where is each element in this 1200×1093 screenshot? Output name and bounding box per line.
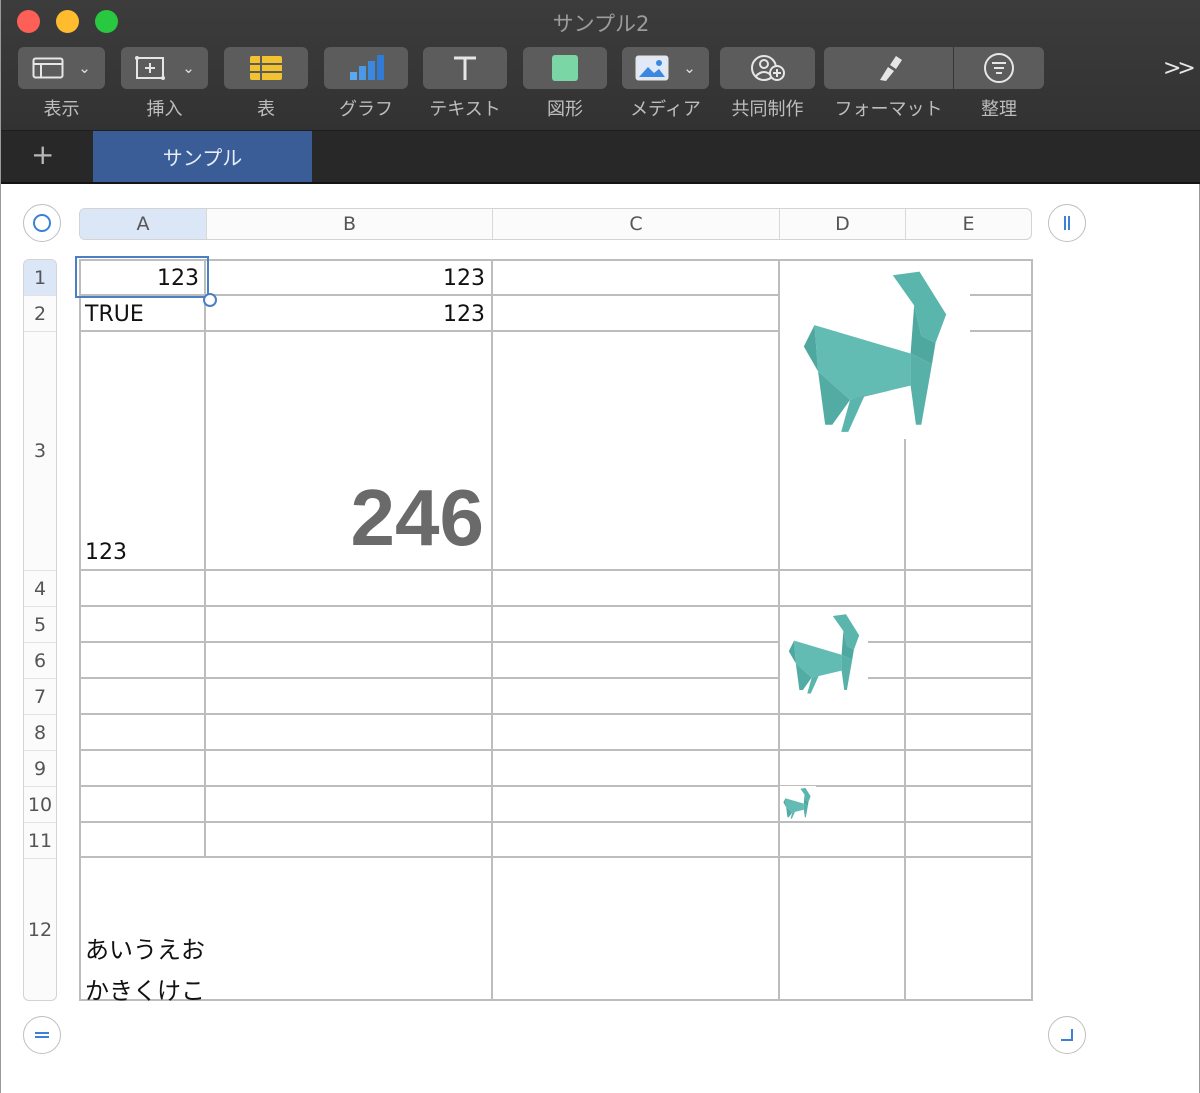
add-sheet-button[interactable]: + <box>31 141 54 169</box>
goat-origami-icon <box>788 614 860 694</box>
sheet-tab-active[interactable]: サンプル <box>93 131 312 182</box>
corner-resize-icon <box>1061 1029 1073 1041</box>
cell-selection-a1 <box>75 256 209 298</box>
view-icon <box>32 57 64 79</box>
cell-a3[interactable]: 123 <box>85 540 127 565</box>
chart-button[interactable] <box>324 47 408 89</box>
app-window: サンプル2 ⌄ 表示 ⌄ 挿入 表 グラフ テキスト 図形 ⌄ メディア 共同制… <box>0 0 1200 1093</box>
row-header-2[interactable]: 2 <box>24 296 56 332</box>
cell-a12-line2[interactable]: かきくけこ <box>85 971 205 1006</box>
goat-image-small[interactable] <box>780 786 816 820</box>
insert-icon <box>135 56 166 80</box>
collaborate-button[interactable] <box>720 47 815 89</box>
column-handle-icon <box>1064 216 1070 230</box>
toolbar-label: 挿入 <box>146 99 183 120</box>
text-button[interactable] <box>423 47 507 89</box>
column-header-a[interactable]: A <box>80 209 207 239</box>
select-table-button[interactable] <box>23 204 61 242</box>
toolbar-label: 整理 <box>981 99 1017 120</box>
row-header-5[interactable]: 5 <box>24 607 56 643</box>
add-column-handle[interactable] <box>1048 204 1086 242</box>
goat-origami-icon <box>803 271 947 432</box>
cell-b1[interactable]: 123 <box>207 266 485 291</box>
titlebar: サンプル2 ⌄ 表示 ⌄ 挿入 表 グラフ テキスト 図形 ⌄ メディア 共同制… <box>1 0 1200 131</box>
row-header-8[interactable]: 8 <box>24 715 56 751</box>
cell-b3[interactable]: 246 <box>207 472 484 564</box>
row-header-7[interactable]: 7 <box>24 679 56 715</box>
toolbar-label: グラフ <box>339 99 393 120</box>
row-header-3[interactable]: 3 <box>24 332 56 571</box>
chevron-down-icon: ⌄ <box>182 59 195 77</box>
shape-button[interactable] <box>523 47 607 89</box>
toolbar-overflow-button[interactable]: >> <box>1163 56 1196 81</box>
chevron-down-icon: ⌄ <box>683 59 696 77</box>
row-header-12[interactable]: 12 <box>24 859 56 1000</box>
window-title: サンプル2 <box>552 12 650 36</box>
row-header-4[interactable]: 4 <box>24 571 56 607</box>
table-icon <box>250 56 282 80</box>
resize-table-handle[interactable] <box>1048 1016 1086 1054</box>
circle-icon <box>33 214 51 232</box>
organize-button[interactable] <box>954 47 1044 89</box>
toolbar-label: 図形 <box>547 99 583 120</box>
organize-icon <box>984 53 1014 83</box>
add-row-handle[interactable] <box>23 1016 61 1054</box>
column-header-b[interactable]: B <box>207 209 493 239</box>
row-header-1[interactable]: 1 <box>24 260 56 296</box>
media-button[interactable]: ⌄ <box>622 47 709 89</box>
format-button[interactable] <box>824 47 953 89</box>
cell-b2[interactable]: 123 <box>207 302 485 327</box>
goat-image-medium[interactable] <box>780 607 868 713</box>
toolbar-label: 表 <box>257 99 275 120</box>
shape-icon <box>552 55 578 81</box>
cell-a12-line1[interactable]: あいうえお <box>85 930 205 965</box>
view-button[interactable]: ⌄ <box>18 47 105 89</box>
row-header-bar: 1 2 3 4 5 6 7 8 9 10 11 12 <box>23 259 57 1001</box>
column-header-e[interactable]: E <box>906 209 1031 239</box>
row-header-9[interactable]: 9 <box>24 751 56 787</box>
column-header-c[interactable]: C <box>493 209 780 239</box>
collaborate-icon <box>750 55 785 81</box>
format-brush-icon <box>879 56 902 81</box>
toolbar-label: 共同制作 <box>731 99 804 120</box>
toolbar-label: メディア <box>630 99 701 120</box>
toolbar-label: テキスト <box>429 99 501 120</box>
media-icon <box>635 55 669 81</box>
chart-icon <box>350 55 384 80</box>
column-header-d[interactable]: D <box>780 209 906 239</box>
row-header-10[interactable]: 10 <box>24 787 56 823</box>
toolbar-label: フォーマット <box>834 99 943 120</box>
goat-image-large[interactable] <box>780 261 970 439</box>
insert-button[interactable]: ⌄ <box>121 47 208 89</box>
sheet-tab-bar: + サンプル <box>1 131 1200 184</box>
row-header-6[interactable]: 6 <box>24 643 56 679</box>
table-button[interactable] <box>224 47 308 89</box>
autofill-handle[interactable] <box>203 293 217 307</box>
toolbar-label: 表示 <box>43 99 80 120</box>
chevron-down-icon: ⌄ <box>78 59 91 77</box>
text-icon <box>454 56 476 80</box>
goat-origami-icon <box>783 788 811 819</box>
row-header-11[interactable]: 11 <box>24 823 56 859</box>
column-header-bar: A B C D E <box>79 208 1032 240</box>
cell-a2[interactable]: TRUE <box>85 302 144 327</box>
row-handle-icon <box>35 1032 49 1038</box>
